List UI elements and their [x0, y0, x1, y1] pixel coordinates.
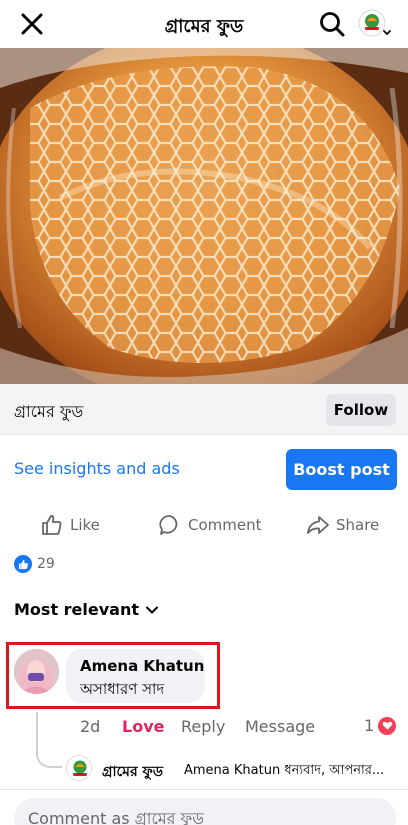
- top-bar: গ্রামের ফুড: [0, 0, 408, 48]
- reply-button[interactable]: Reply: [181, 717, 225, 736]
- comment-bubble-icon: [159, 515, 178, 535]
- reply-author-avatar[interactable]: [66, 755, 92, 781]
- page-title: গ্রামের ফুড: [164, 16, 244, 37]
- message-button[interactable]: Message: [245, 717, 315, 736]
- sort-label: Most relevant: [14, 600, 139, 619]
- reply-author-name[interactable]: গ্রামের ফুড: [102, 760, 163, 784]
- page-profile-switcher[interactable]: [358, 9, 392, 39]
- chevron-down-icon: [146, 606, 158, 613]
- see-insights-link[interactable]: See insights and ads: [14, 459, 180, 478]
- post-photo[interactable]: [0, 48, 408, 384]
- comment-reaction-number: 1: [364, 716, 375, 735]
- comment-label: Comment: [188, 516, 262, 534]
- share-button[interactable]: Share: [306, 511, 379, 539]
- comment-button[interactable]: Comment: [158, 511, 262, 539]
- heart-icon: [378, 716, 397, 735]
- page-profile-icon: [358, 9, 391, 37]
- comment-reaction-count[interactable]: 1: [364, 716, 397, 735]
- reaction-summary[interactable]: 29: [14, 555, 55, 573]
- share-arrow-icon: [307, 516, 329, 534]
- search-icon: [320, 12, 345, 37]
- post-author-name[interactable]: গ্রামের ফুড: [14, 399, 83, 426]
- search-button[interactable]: [318, 10, 346, 38]
- comment-sort-dropdown[interactable]: Most relevant: [14, 600, 159, 619]
- love-reaction-button[interactable]: Love: [122, 717, 164, 736]
- like-label: Like: [70, 516, 100, 534]
- page-logo-icon: [67, 756, 91, 780]
- comment-input[interactable]: [14, 798, 396, 825]
- honeycomb-photo: [0, 48, 408, 384]
- reaction-count: 29: [37, 556, 55, 572]
- reply-snippet[interactable]: Amena Khatun ধন্যবাদ, আপনার...: [184, 761, 398, 782]
- like-button[interactable]: Like: [40, 511, 100, 539]
- comment-highlight-box: [6, 642, 220, 709]
- like-reaction-icon: [14, 555, 32, 573]
- comment-timestamp: 2d: [80, 717, 101, 736]
- follow-button[interactable]: Follow: [326, 394, 396, 426]
- thumbs-up-icon: [42, 515, 62, 535]
- boost-post-button[interactable]: Boost post: [286, 449, 397, 490]
- share-label: Share: [336, 516, 380, 534]
- reply-thread-line: [36, 712, 62, 768]
